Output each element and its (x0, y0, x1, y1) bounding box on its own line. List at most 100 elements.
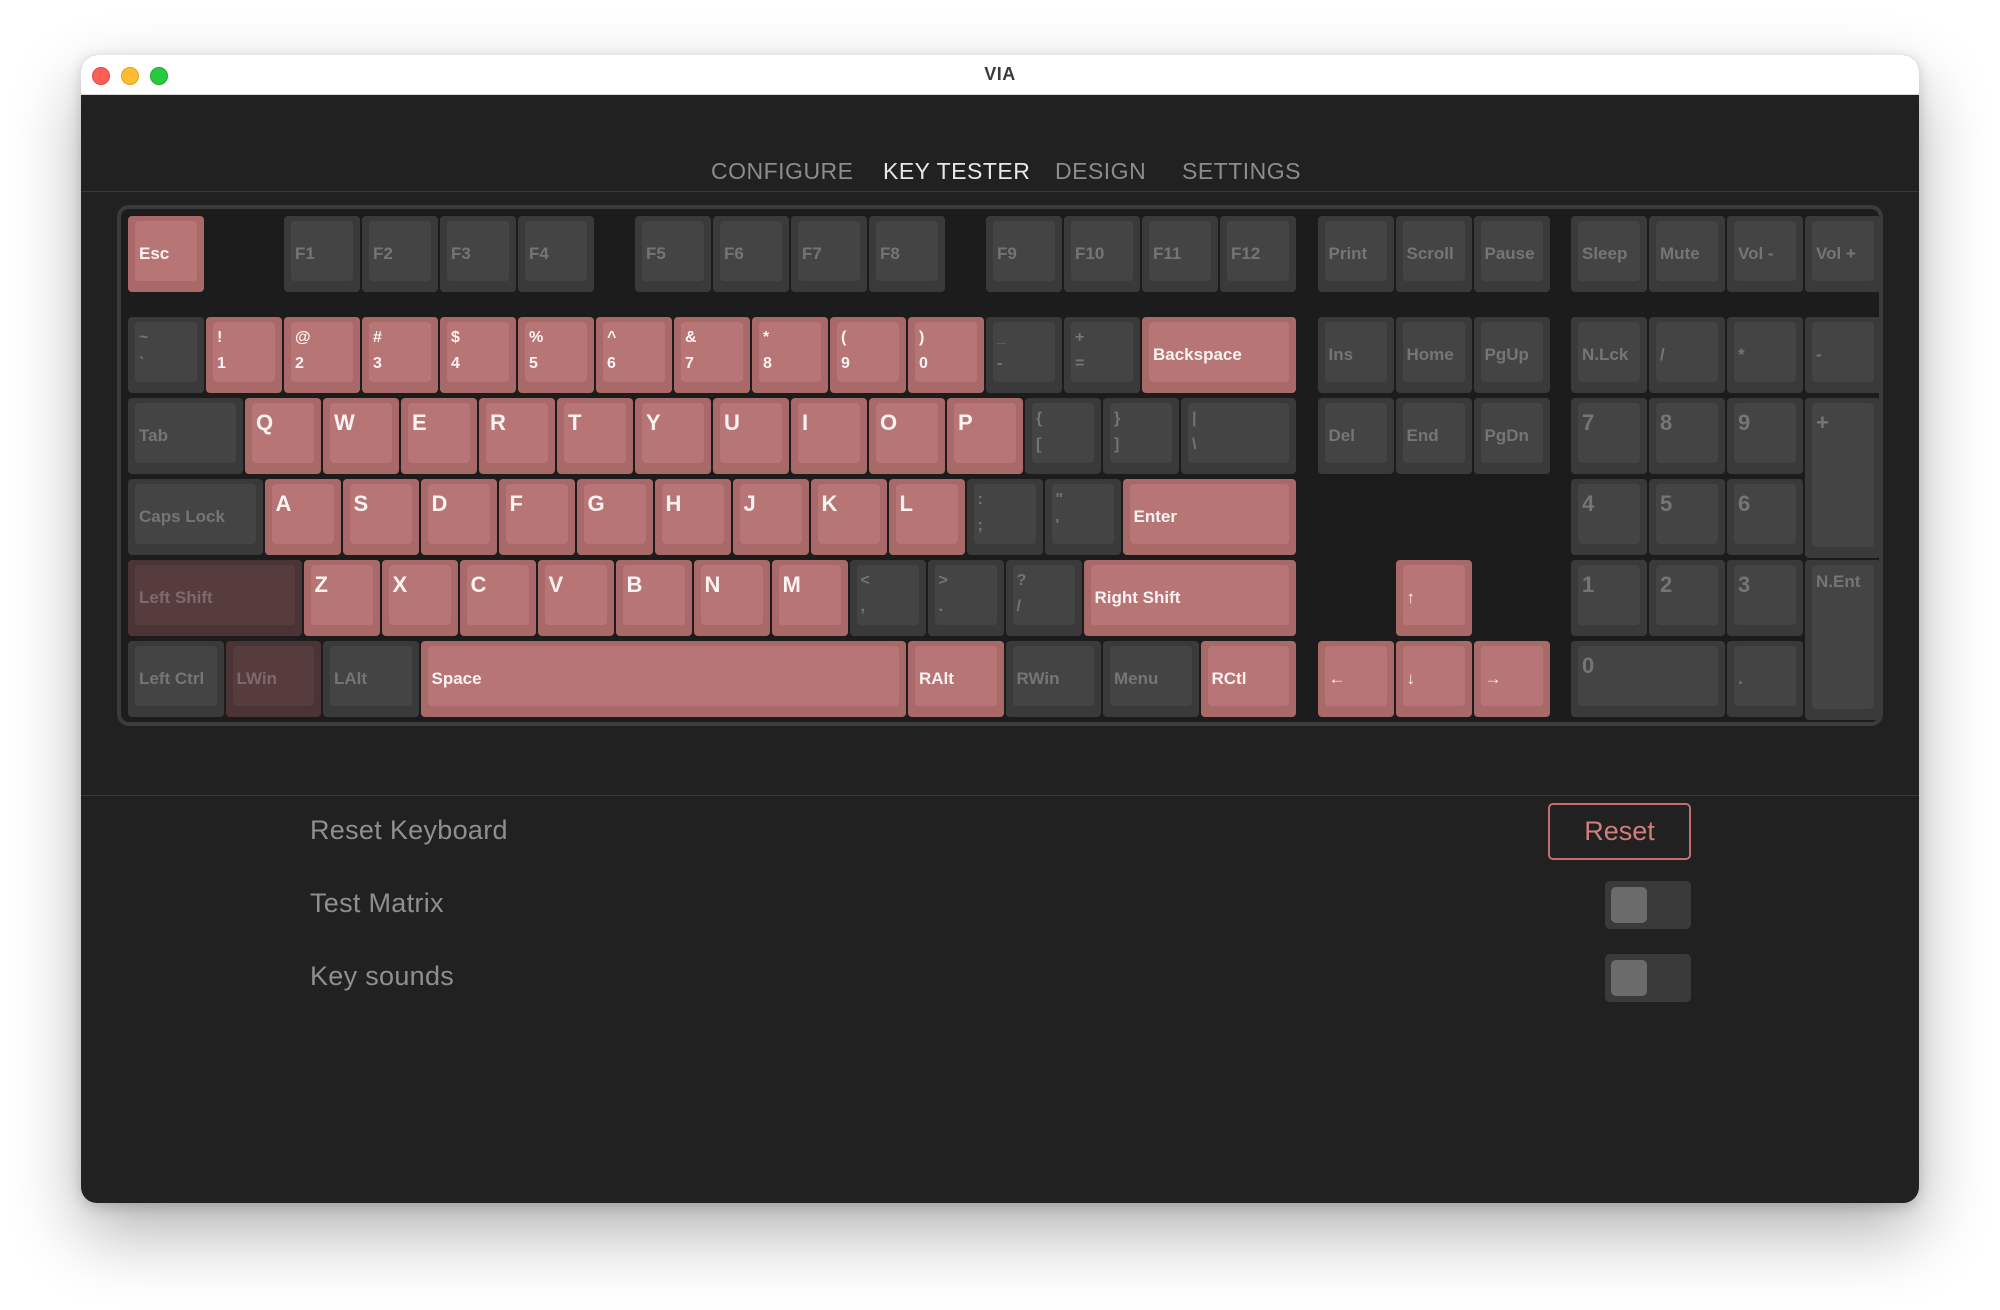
key-f[interactable]: F (498, 479, 575, 555)
key-num3[interactable]: 3 (1727, 560, 1803, 636)
key-equals[interactable]: + = (1064, 317, 1140, 393)
key-g[interactable]: G (576, 479, 653, 555)
key-lbracket[interactable]: {[ (1025, 398, 1101, 474)
key-right[interactable]: → (1473, 641, 1550, 717)
key-9[interactable]: (9 (830, 317, 906, 393)
key-n[interactable]: N (693, 560, 770, 636)
key-period[interactable]: >. (927, 560, 1004, 636)
key-7[interactable]: & 7 (674, 317, 750, 393)
key-6[interactable]: ^ 6 (596, 317, 672, 393)
key-left[interactable]: ← (1317, 641, 1394, 717)
key-comma[interactable]: <, (849, 560, 926, 636)
key-f2[interactable]: F2 (362, 216, 438, 292)
key-rbracket[interactable]: }] (1103, 398, 1179, 474)
key-scroll[interactable]: Scroll (1395, 216, 1472, 292)
key-slash[interactable]: ? / (1005, 560, 1082, 636)
key-f6[interactable]: F6 (713, 216, 789, 292)
key-sounds-toggle[interactable] (1605, 954, 1691, 1002)
key-quote[interactable]: " ' (1044, 479, 1121, 555)
key-f12[interactable]: F12 (1220, 216, 1296, 292)
key-a[interactable]: A (264, 479, 341, 555)
key-rwin[interactable]: RWin (1005, 641, 1101, 717)
key-print[interactable]: Print (1317, 216, 1394, 292)
reset-button[interactable]: Reset (1548, 803, 1691, 860)
key-down[interactable]: ↓ (1395, 641, 1472, 717)
key-up[interactable]: ↑ (1395, 560, 1472, 636)
key-num-star[interactable]: * (1727, 317, 1803, 393)
key-v[interactable]: V (537, 560, 614, 636)
key-0[interactable]: ) 0 (908, 317, 984, 393)
key-backspace[interactable]: Backspace (1142, 317, 1296, 393)
key-num0[interactable]: 0 (1571, 641, 1725, 717)
key-semicolon[interactable]: :; (966, 479, 1043, 555)
key-l[interactable]: L (888, 479, 965, 555)
key-x[interactable]: X (381, 560, 458, 636)
key-q[interactable]: Q (245, 398, 321, 474)
key-f5[interactable]: F5 (635, 216, 711, 292)
key-mute[interactable]: Mute (1649, 216, 1725, 292)
key-backslash[interactable]: | \ (1181, 398, 1296, 474)
key-minus[interactable]: _ - (986, 317, 1062, 393)
key-k[interactable]: K (810, 479, 887, 555)
key-num-enter[interactable]: N.Ent (1805, 560, 1881, 720)
key-num2[interactable]: 2 (1649, 560, 1725, 636)
key-c[interactable]: C (459, 560, 536, 636)
key-num-dot[interactable]: . (1727, 641, 1803, 717)
key-end[interactable]: End (1395, 398, 1472, 474)
key-i[interactable]: I (791, 398, 867, 474)
key-f11[interactable]: F11 (1142, 216, 1218, 292)
key-num-minus[interactable]: - (1805, 317, 1881, 393)
key-w[interactable]: W (323, 398, 399, 474)
key-num1[interactable]: 1 (1571, 560, 1647, 636)
key-vol-down[interactable]: Vol - (1727, 216, 1803, 292)
key-4[interactable]: $4 (440, 317, 516, 393)
key-f4[interactable]: F4 (518, 216, 594, 292)
key-num6[interactable]: 6 (1727, 479, 1803, 555)
key-z[interactable]: Z (303, 560, 380, 636)
key-pgup[interactable]: PgUp (1473, 317, 1550, 393)
key-f3[interactable]: F3 (440, 216, 516, 292)
key-5[interactable]: % 5 (518, 317, 594, 393)
key-p[interactable]: P (947, 398, 1023, 474)
key-m[interactable]: M (771, 560, 848, 636)
key-num4[interactable]: 4 (1571, 479, 1647, 555)
key-esc[interactable]: Esc (128, 216, 204, 292)
key-u[interactable]: U (713, 398, 789, 474)
key-num9[interactable]: 9 (1727, 398, 1803, 474)
key-numlock[interactable]: N.Lck (1571, 317, 1647, 393)
key-tab[interactable]: Tab (128, 398, 243, 474)
key-menu[interactable]: Menu (1103, 641, 1199, 717)
key-f9[interactable]: F9 (986, 216, 1062, 292)
key-lalt[interactable]: LAlt (323, 641, 419, 717)
key-j[interactable]: J (732, 479, 809, 555)
key-f8[interactable]: F8 (869, 216, 945, 292)
tab-configure[interactable]: CONFIGURE (711, 153, 854, 189)
key-pause[interactable]: Pause (1473, 216, 1550, 292)
key-2[interactable]: @2 (284, 317, 360, 393)
key-lctrl[interactable]: Left Ctrl (128, 641, 224, 717)
key-rctl[interactable]: RCtl (1200, 641, 1296, 717)
key-y[interactable]: Y (635, 398, 711, 474)
key-grave[interactable]: ~ ` (128, 317, 204, 393)
key-capslock[interactable]: Caps Lock (128, 479, 263, 555)
key-lwin[interactable]: LWin (225, 641, 321, 717)
key-num8[interactable]: 8 (1649, 398, 1725, 474)
key-f10[interactable]: F10 (1064, 216, 1140, 292)
key-r[interactable]: R (479, 398, 555, 474)
key-1[interactable]: ! 1 (206, 317, 282, 393)
key-h[interactable]: H (654, 479, 731, 555)
key-b[interactable]: B (615, 560, 692, 636)
tab-key-tester[interactable]: KEY TESTER (883, 153, 1030, 189)
key-o[interactable]: O (869, 398, 945, 474)
key-pgdn[interactable]: PgDn (1473, 398, 1550, 474)
key-del[interactable]: Del (1317, 398, 1394, 474)
test-matrix-toggle[interactable] (1605, 881, 1691, 929)
key-num7[interactable]: 7 (1571, 398, 1647, 474)
key-num-slash[interactable]: / (1649, 317, 1725, 393)
key-enter[interactable]: Enter (1122, 479, 1296, 555)
key-f1[interactable]: F1 (284, 216, 360, 292)
key-lshift[interactable]: Left Shift (128, 560, 302, 636)
key-sleep[interactable]: Sleep (1571, 216, 1647, 292)
tab-design[interactable]: DESIGN (1055, 153, 1146, 189)
key-s[interactable]: S (342, 479, 419, 555)
